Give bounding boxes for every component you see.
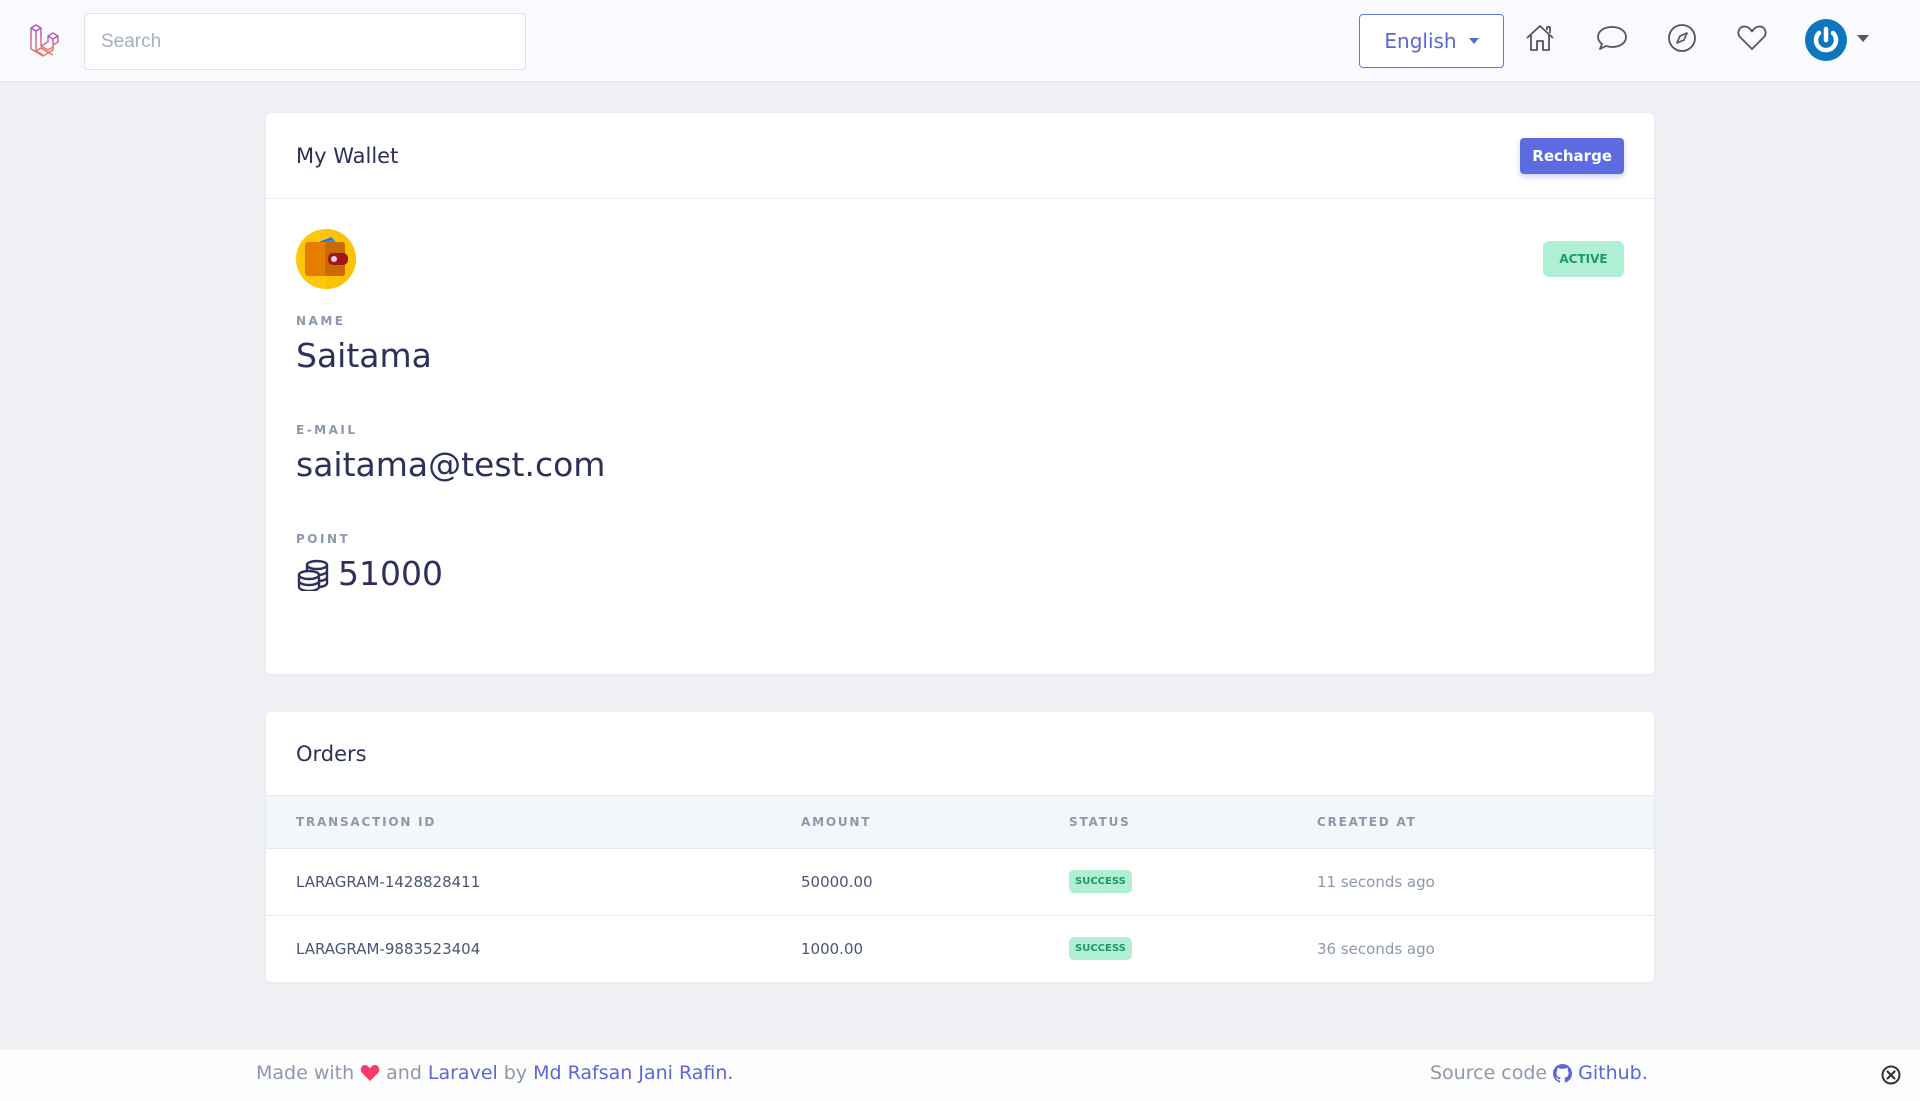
and-text: and	[386, 1062, 422, 1084]
top-navbar: English	[0, 0, 1920, 82]
heart-icon	[360, 1065, 380, 1081]
column-header-status: STATUS	[1069, 814, 1131, 829]
status-cell: SUCCESS	[1039, 915, 1287, 982]
compass-icon[interactable]	[1665, 21, 1699, 55]
footer-source: Source code Github.	[1430, 1062, 1648, 1084]
orders-title: Orders	[296, 741, 367, 766]
wallet-status-badge: ACTIVE	[1543, 241, 1624, 277]
amount-cell: 50000.00	[801, 872, 873, 891]
point-label: POINT	[296, 532, 351, 546]
column-header-created-at: CREATED AT	[1317, 814, 1417, 829]
name-label: NAME	[296, 314, 346, 328]
point-row: 51000	[296, 554, 443, 593]
transaction-id-cell: LARAGRAM-1428828411	[296, 872, 481, 891]
wallet-title: My Wallet	[296, 143, 399, 168]
github-link[interactable]: Github.	[1578, 1062, 1648, 1084]
github-icon	[1553, 1063, 1573, 1083]
user-menu-caret-icon[interactable]	[1857, 35, 1869, 42]
status-badge: SUCCESS	[1069, 937, 1132, 961]
laravel-link[interactable]: Laravel	[428, 1062, 498, 1084]
created-at-cell: 11 seconds ago	[1317, 872, 1435, 891]
wallet-icon	[296, 229, 356, 289]
author-link[interactable]: Md Rafsan Jani Rafin.	[533, 1062, 733, 1084]
orders-table: TRANSACTION ID AMOUNT STATUS CREATED AT …	[266, 796, 1654, 982]
wallet-card-header: My Wallet Recharge	[266, 113, 1654, 199]
recharge-button[interactable]: Recharge	[1520, 137, 1624, 174]
table-row: LARAGRAM-1428828411 50000.00 SUCCESS 11 …	[266, 848, 1654, 915]
amount-cell: 1000.00	[801, 939, 864, 958]
point-field: POINT 51000	[296, 532, 443, 593]
power-avatar-icon	[1813, 26, 1839, 53]
email-field: E-MAIL saitama@test.com	[296, 423, 605, 484]
status-badge: SUCCESS	[1069, 870, 1132, 893]
by-text: by	[503, 1062, 528, 1084]
search-input[interactable]	[84, 13, 526, 70]
table-row: LARAGRAM-9883523404 1000.00 SUCCESS 36 s…	[266, 915, 1654, 982]
footer: Made with and Laravel by Md Rafsan Jani …	[0, 1050, 1920, 1101]
status-cell: SUCCESS	[1039, 848, 1287, 915]
orders-table-header: TRANSACTION ID AMOUNT STATUS CREATED AT	[266, 796, 1654, 848]
wallet-card: My Wallet Recharge ACTIVE NAME Saitama E…	[266, 113, 1654, 674]
point-value: 51000	[338, 554, 443, 593]
email-label: E-MAIL	[296, 423, 358, 437]
made-with-text: Made with	[256, 1062, 355, 1084]
orders-card-header: Orders	[266, 712, 1654, 796]
chat-bubble-icon[interactable]	[1595, 21, 1629, 55]
coins-icon	[297, 559, 329, 591]
transaction-id-cell: LARAGRAM-9883523404	[296, 939, 481, 958]
name-value: Saitama	[296, 336, 432, 375]
home-icon[interactable]	[1523, 21, 1557, 55]
language-selected: English	[1384, 29, 1457, 53]
column-header-amount: AMOUNT	[801, 814, 872, 829]
column-header-transaction-id: TRANSACTION ID	[296, 814, 437, 829]
name-field: NAME Saitama	[296, 314, 432, 375]
close-footer-button[interactable]	[1880, 1064, 1902, 1086]
chevron-down-icon	[1468, 38, 1479, 44]
footer-credits: Made with and Laravel by Md Rafsan Jani …	[256, 1062, 733, 1084]
close-circle-icon	[1881, 1065, 1901, 1085]
language-dropdown[interactable]: English	[1359, 14, 1504, 68]
laravel-logo-icon[interactable]	[28, 22, 66, 60]
orders-card: Orders TRANSACTION ID AMOUNT STATUS CREA…	[266, 712, 1654, 982]
email-value: saitama@test.com	[296, 445, 606, 484]
created-at-cell: 36 seconds ago	[1317, 939, 1435, 958]
source-code-text: Source code	[1430, 1062, 1548, 1084]
heart-icon[interactable]	[1735, 21, 1769, 55]
user-avatar[interactable]	[1805, 19, 1847, 61]
